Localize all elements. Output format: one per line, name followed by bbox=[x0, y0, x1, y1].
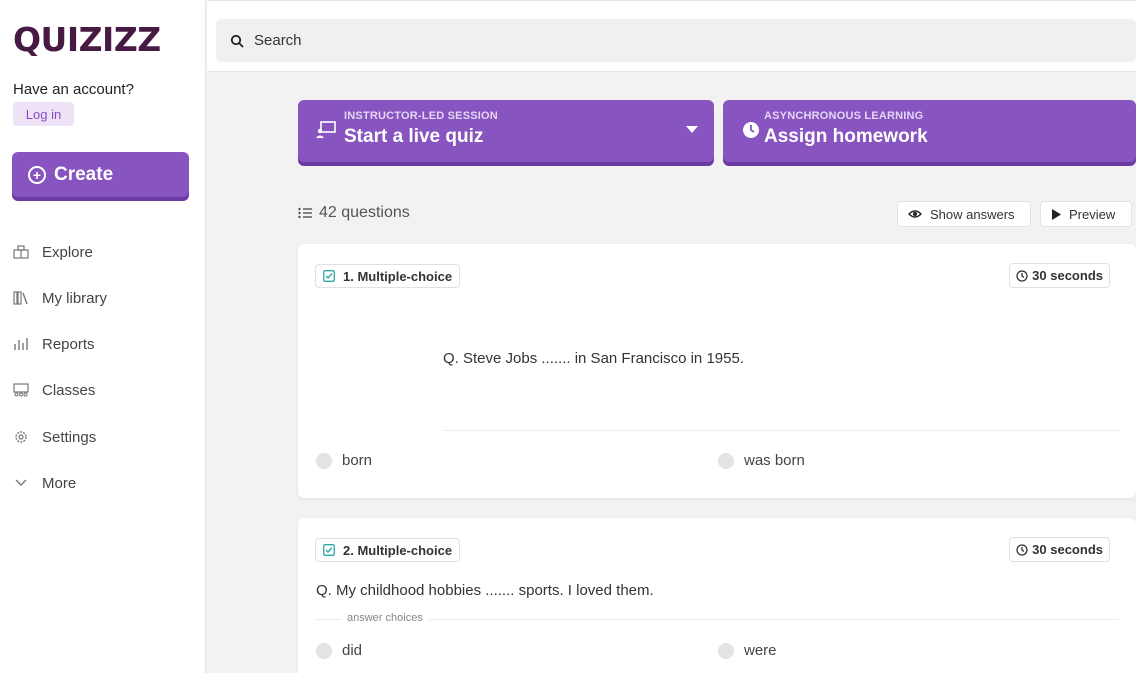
show-answers-label: Show answers bbox=[930, 206, 1015, 222]
homework-title: Assign homework bbox=[764, 126, 928, 147]
clock-icon bbox=[1016, 269, 1028, 282]
sidebar-item-reports[interactable]: Reports bbox=[12, 332, 95, 356]
time-limit-label: 30 seconds bbox=[1032, 542, 1103, 557]
question-type-tag: 1. Multiple-choice bbox=[315, 264, 461, 288]
presentation-icon bbox=[316, 120, 336, 140]
divider bbox=[316, 619, 1119, 620]
sidebar: QUIZIZZ Have an account? Log in + Create… bbox=[0, 0, 206, 673]
answer-choice: was born bbox=[718, 452, 805, 469]
answer-choice-label: were bbox=[744, 642, 777, 659]
divider bbox=[443, 430, 1119, 431]
sidebar-item-more[interactable]: More bbox=[12, 471, 76, 495]
sidebar-item-settings[interactable]: Settings bbox=[12, 425, 96, 449]
classes-icon bbox=[12, 381, 30, 399]
eye-icon bbox=[908, 209, 922, 219]
preview-label: Preview bbox=[1069, 206, 1116, 222]
radio-icon bbox=[718, 452, 734, 469]
checkbox-icon bbox=[323, 544, 335, 556]
question-type-label: 2. Multiple-choice bbox=[343, 542, 453, 558]
time-limit-tag[interactable]: 30 seconds bbox=[1009, 263, 1110, 288]
question-card: 1. Multiple-choice 30 seconds Q. Steve J… bbox=[298, 244, 1136, 498]
caret-down-icon[interactable] bbox=[686, 126, 698, 133]
settings-icon bbox=[12, 428, 30, 446]
sidebar-item-label: Reports bbox=[42, 335, 95, 353]
explore-icon bbox=[12, 243, 30, 261]
clock-icon bbox=[1016, 543, 1028, 556]
answer-choices-label: answer choices bbox=[341, 612, 429, 624]
answer-choice: were bbox=[718, 642, 777, 659]
radio-icon bbox=[718, 642, 734, 659]
sidebar-item-label: Classes bbox=[42, 381, 96, 399]
clock-icon bbox=[741, 120, 761, 140]
live-session-title: Start a live quiz bbox=[344, 126, 484, 147]
play-icon bbox=[1051, 208, 1061, 220]
preview-button[interactable]: Preview bbox=[1040, 201, 1132, 227]
sidebar-item-classes[interactable]: Classes bbox=[12, 378, 95, 402]
create-button[interactable]: + Create bbox=[12, 152, 189, 197]
radio-icon bbox=[316, 642, 332, 659]
answer-choice: born bbox=[316, 452, 372, 469]
question-card: 2. Multiple-choice 30 seconds Q. My chil… bbox=[298, 518, 1136, 673]
radio-icon bbox=[316, 452, 332, 469]
checkbox-icon bbox=[323, 270, 335, 282]
sidebar-item-label: Settings bbox=[42, 428, 97, 446]
library-icon bbox=[12, 289, 30, 307]
login-button[interactable]: Log in bbox=[13, 102, 74, 126]
homework-kicker: ASYNCHRONOUS LEARNING bbox=[764, 110, 924, 122]
sidebar-item-label: More bbox=[42, 474, 77, 492]
question-text: Q. Steve Jobs ....... in San Francisco i… bbox=[443, 350, 744, 367]
answer-choice: did bbox=[316, 642, 362, 659]
chevron-down-icon bbox=[12, 474, 30, 492]
top-bar: Search bbox=[207, 0, 1136, 72]
assign-homework-button[interactable]: ASYNCHRONOUS LEARNING Assign homework bbox=[723, 100, 1136, 162]
question-count: 42 questions bbox=[298, 204, 410, 222]
answer-choices-text: answer choices bbox=[341, 612, 429, 624]
time-limit-tag[interactable]: 30 seconds bbox=[1009, 537, 1110, 562]
question-type-label: 1. Multiple-choice bbox=[343, 268, 453, 284]
have-account-text: Have an account? bbox=[13, 81, 134, 98]
plus-circle-icon: + bbox=[28, 165, 46, 184]
create-button-label: Create bbox=[54, 163, 114, 185]
sidebar-item-my-library[interactable]: My library bbox=[12, 286, 107, 310]
answer-choice-label: born bbox=[342, 452, 373, 469]
sidebar-item-label: Explore bbox=[42, 243, 93, 261]
sidebar-item-label: My library bbox=[42, 289, 108, 307]
time-limit-label: 30 seconds bbox=[1032, 268, 1103, 283]
sidebar-item-explore[interactable]: Explore bbox=[12, 240, 93, 264]
start-live-quiz-button[interactable]: INSTRUCTOR-LED SESSION Start a live quiz bbox=[298, 100, 714, 162]
show-answers-button[interactable]: Show answers bbox=[897, 201, 1031, 227]
question-type-tag: 2. Multiple-choice bbox=[315, 538, 461, 562]
search-placeholder: Search bbox=[254, 32, 302, 49]
search-input[interactable]: Search bbox=[216, 19, 1136, 62]
live-session-kicker: INSTRUCTOR-LED SESSION bbox=[344, 110, 498, 122]
list-icon bbox=[298, 207, 312, 219]
question-count-label: 42 questions bbox=[319, 204, 410, 221]
answer-choice-label: was born bbox=[744, 452, 805, 469]
reports-icon bbox=[12, 335, 30, 353]
search-icon bbox=[230, 34, 244, 48]
question-text: Q. My childhood hobbies ....... sports. … bbox=[316, 582, 654, 599]
answer-choice-label: did bbox=[342, 642, 363, 659]
quizizz-logo[interactable]: QUIZIZZ bbox=[13, 20, 161, 59]
